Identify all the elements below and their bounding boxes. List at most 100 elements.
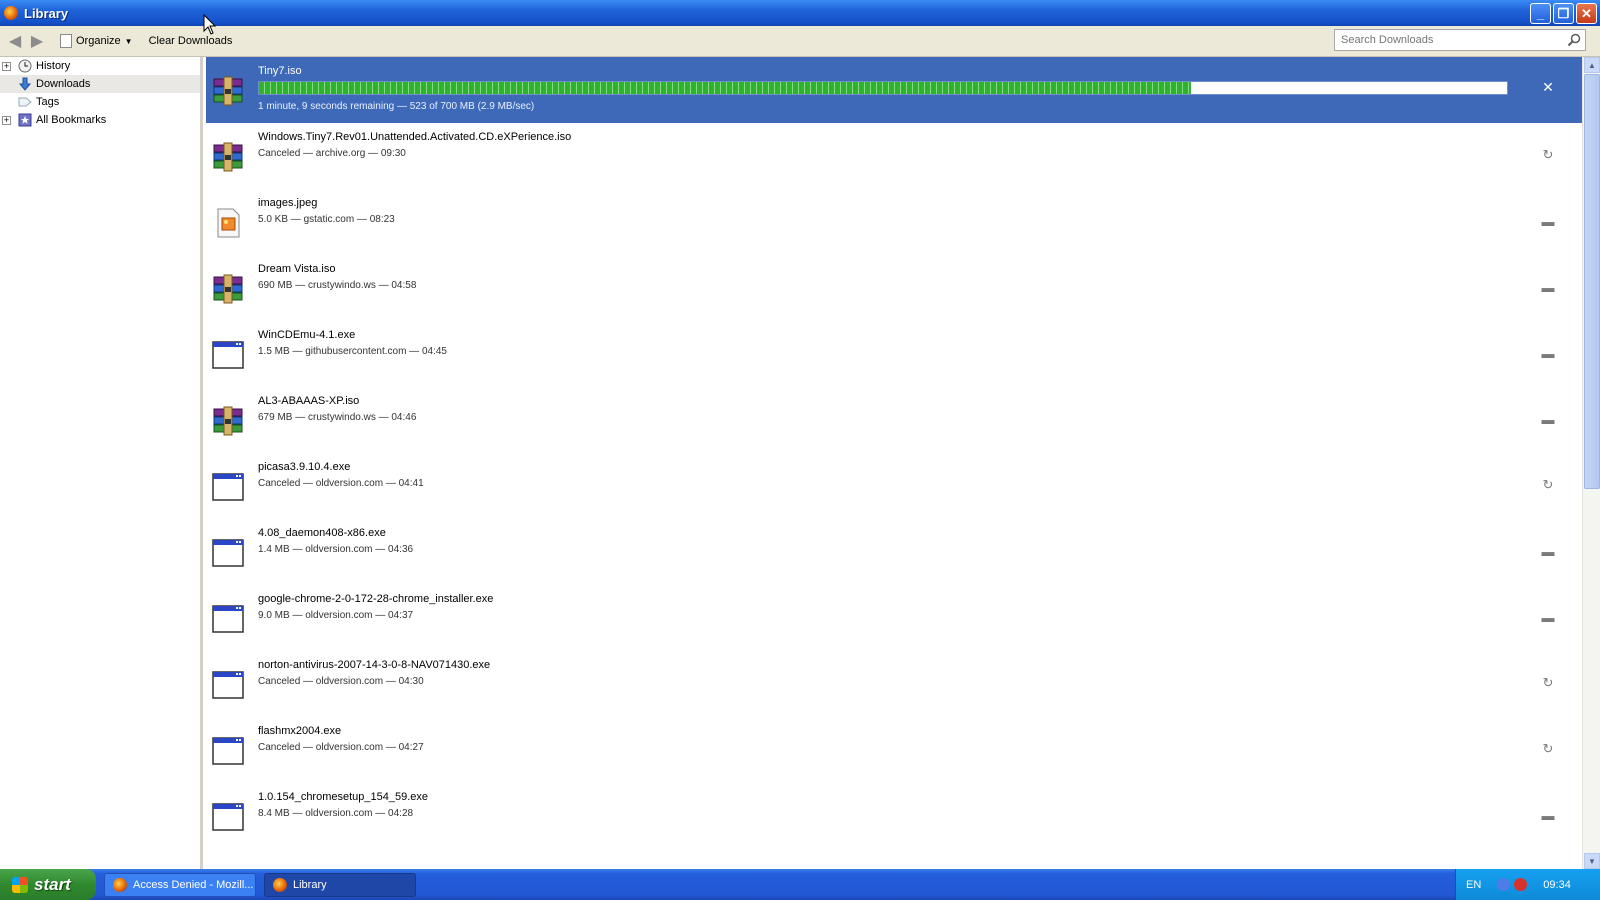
security-alert-icon[interactable] — [1514, 878, 1528, 891]
exe-file-icon — [212, 669, 244, 701]
archive-icon — [212, 75, 244, 107]
firefox-icon — [4, 6, 18, 20]
taskbar-item-library[interactable]: Library — [264, 872, 416, 897]
archive-icon — [212, 405, 244, 437]
download-row[interactable]: picasa3.9.10.4.exe Canceled — oldversion.… — [206, 453, 1582, 519]
search-input[interactable] — [1339, 33, 1563, 47]
retry-icon[interactable]: ↻ — [1540, 147, 1556, 163]
clock-icon — [18, 59, 32, 73]
folder-icon[interactable]: ▬ — [1540, 345, 1556, 361]
sidebar-item-tags[interactable]: Tags — [0, 93, 200, 111]
download-status: 679 MB — crustywindo.ws — 04:46 — [258, 412, 417, 423]
clock: 09:34 — [1543, 878, 1571, 891]
firefox-icon — [273, 877, 287, 892]
network-icon[interactable] — [1497, 878, 1511, 891]
download-row[interactable]: Dream Vista.iso 690 MB — crustywindo.ws —… — [206, 255, 1582, 321]
downloads-list: Tiny7.iso 1 minute, 9 seconds remaining —… — [206, 57, 1582, 869]
organize-icon — [60, 34, 72, 48]
minimize-icon: _ — [1536, 6, 1545, 21]
download-row[interactable]: Tiny7.iso 1 minute, 9 seconds remaining —… — [206, 57, 1582, 123]
download-row[interactable]: norton-antivirus-2007-14-3-0-8-NAV071430… — [206, 651, 1582, 717]
download-row[interactable]: images.jpeg 5.0 KB — gstatic.com — 08:23 ▬ — [206, 189, 1582, 255]
search-box — [1334, 29, 1586, 51]
toolbar: ◀ ▶ Organize ▼ Clear Downloads — [0, 26, 1600, 57]
sidebar-item-label: All Bookmarks — [36, 114, 107, 126]
download-row[interactable]: 1.0.154_chromesetup_154_59.exe 8.4 MB — o… — [206, 783, 1582, 849]
folder-icon[interactable]: ▬ — [1540, 279, 1556, 295]
download-filename: AL3-ABAAAS-XP.iso — [258, 395, 360, 407]
clear-downloads-button[interactable]: Clear Downloads — [149, 35, 233, 47]
exe-file-icon — [212, 537, 244, 569]
download-status: Canceled — oldversion.com — 04:27 — [258, 742, 424, 753]
scroll-down-button[interactable]: ▼ — [1584, 853, 1600, 869]
sidebar-item-history[interactable]: + History — [0, 57, 200, 75]
download-status: 690 MB — crustywindo.ws — 04:58 — [258, 280, 417, 291]
close-icon: ✕ — [1581, 5, 1592, 21]
language-indicator[interactable]: EN — [1466, 879, 1481, 891]
sidebar-item-downloads[interactable]: Downloads — [0, 75, 200, 93]
exe-file-icon — [212, 339, 244, 371]
download-row[interactable]: flashmx2004.exe Canceled — oldversion.com… — [206, 717, 1582, 783]
download-status: 1 minute, 9 seconds remaining — 523 of 7… — [258, 101, 535, 112]
download-arrow-icon — [18, 77, 32, 91]
download-filename: picasa3.9.10.4.exe — [258, 461, 351, 473]
dropdown-arrow-icon: ▼ — [124, 36, 133, 46]
download-status: Canceled — oldversion.com — 04:41 — [258, 478, 424, 489]
download-row[interactable]: 4.08_daemon408-x86.exe 1.4 MB — oldversio… — [206, 519, 1582, 585]
download-status: Canceled — archive.org — 09:30 — [258, 148, 406, 159]
retry-icon[interactable]: ↻ — [1540, 675, 1556, 691]
download-status: 1.5 MB — githubusercontent.com — 04:45 — [258, 346, 447, 357]
exe-file-icon — [212, 735, 244, 767]
download-filename: google-chrome-2-0-172-28-chrome_installe… — [258, 593, 494, 605]
download-filename: 4.08_daemon408-x86.exe — [258, 527, 386, 539]
exe-file-icon — [212, 471, 244, 503]
bookmarks-icon — [18, 113, 32, 127]
back-button[interactable]: ◀ — [6, 32, 24, 50]
download-status: Canceled — oldversion.com — 04:30 — [258, 676, 424, 687]
sidebar-item-label: Downloads — [36, 78, 91, 90]
minimize-button[interactable]: _ — [1530, 3, 1551, 24]
vertical-scrollbar[interactable]: ▲ ▼ — [1582, 57, 1600, 869]
forward-button[interactable]: ▶ — [28, 32, 46, 50]
download-row[interactable]: Windows.Tiny7.Rev01.Unattended.Activated… — [206, 123, 1582, 189]
sidebar-item-all-bookmarks[interactable]: + All Bookmarks — [0, 111, 200, 129]
mouse-cursor-icon — [203, 14, 217, 35]
restore-icon: ❐ — [1557, 5, 1570, 21]
restore-button[interactable]: ❐ — [1553, 3, 1574, 24]
retry-icon[interactable]: ↻ — [1540, 741, 1556, 757]
tag-icon — [18, 97, 32, 107]
download-row[interactable]: AL3-ABAAAS-XP.iso 679 MB — crustywindo.ws… — [206, 387, 1582, 453]
retry-icon[interactable]: ↻ — [1540, 477, 1556, 493]
back-arrow-icon: ◀ — [8, 33, 22, 50]
scrollbar-thumb[interactable] — [1584, 74, 1600, 489]
taskbar-item-firefox[interactable]: Access Denied - Mozill... — [104, 872, 256, 897]
folder-icon[interactable]: ▬ — [1540, 609, 1556, 625]
download-filename: WinCDEmu-4.1.exe — [258, 329, 356, 341]
download-status: 1.4 MB — oldversion.com — 04:36 — [258, 544, 414, 555]
taskbar-item-label: Access Denied - Mozill... — [133, 878, 254, 891]
close-button[interactable]: ✕ — [1576, 3, 1597, 24]
folder-icon[interactable]: ▬ — [1540, 543, 1556, 559]
library-sidebar: + History Downloads Tags + All Bookmarks — [0, 57, 203, 869]
organize-menu-button[interactable]: Organize ▼ — [60, 34, 133, 48]
folder-icon[interactable]: ▬ — [1540, 807, 1556, 823]
window-controls: _ ❐ ✕ — [1530, 3, 1597, 24]
search-icon[interactable] — [1567, 33, 1581, 47]
download-status: 5.0 KB — gstatic.com — 08:23 — [258, 214, 395, 225]
sidebar-item-label: History — [36, 60, 71, 72]
download-status: 8.4 MB — oldversion.com — 04:28 — [258, 808, 414, 819]
window-title: Library — [24, 5, 69, 21]
download-status: 9.0 MB — oldversion.com — 04:37 — [258, 610, 414, 621]
start-button[interactable]: start — [0, 869, 96, 900]
expand-toggle[interactable]: + — [2, 61, 11, 71]
organize-label: Organize — [76, 35, 121, 47]
title-bar[interactable]: Library _ ❐ ✕ — [0, 0, 1600, 26]
download-progress-bar — [258, 81, 1508, 95]
folder-icon[interactable]: ▬ — [1540, 213, 1556, 229]
expand-toggle[interactable]: + — [2, 115, 11, 125]
scroll-up-button[interactable]: ▲ — [1584, 57, 1600, 73]
folder-icon[interactable]: ▬ — [1540, 411, 1556, 427]
cancel-icon[interactable]: ✕ — [1540, 79, 1556, 95]
download-row[interactable]: google-chrome-2-0-172-28-chrome_installe… — [206, 585, 1582, 651]
download-row[interactable]: WinCDEmu-4.1.exe 1.5 MB — githubuserconte… — [206, 321, 1582, 387]
